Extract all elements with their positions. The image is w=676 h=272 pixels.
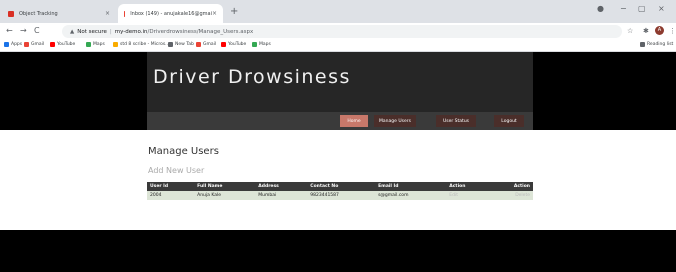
bookmark-maps-2[interactable]: Maps — [252, 42, 271, 47]
youtube-icon — [221, 42, 226, 47]
tab-inbox[interactable]: Inbox (149) - anujakale16@gmai × — [118, 4, 223, 23]
forward-button[interactable]: → — [20, 26, 27, 35]
edit-link[interactable]: Edit — [446, 191, 490, 200]
url-host: my-demo.in — [114, 28, 148, 35]
cell-contact: 9823441587 — [307, 191, 376, 200]
bookmark-label: Apps — [11, 42, 23, 47]
gmail-icon — [24, 42, 29, 47]
back-button[interactable]: ← — [6, 26, 13, 35]
gmail-favicon-icon — [124, 10, 126, 17]
bookmark-label: YouTube — [228, 42, 247, 47]
youtube-icon — [50, 42, 55, 47]
minimize-button[interactable]: − — [620, 4, 627, 13]
tab-title: Object Tracking — [19, 10, 58, 17]
microsoft-icon — [113, 42, 118, 47]
menu-home-button[interactable]: Home — [340, 115, 368, 127]
column-header: Full Name — [194, 182, 256, 191]
apps-grid-icon — [4, 42, 9, 47]
url-input[interactable]: ▲ Not secure | my-demo.in /Driverdrowsin… — [62, 25, 622, 38]
users-table: User Id Full Name Address Contact No Ema… — [147, 182, 533, 200]
bookmark-label: Maps — [93, 42, 105, 47]
bookmarks-bar: Apps Gmail YouTube Maps std 8 scribe - M… — [0, 40, 676, 52]
menu-manage-users-button[interactable]: Manage Users — [374, 115, 416, 127]
bookmark-gmail-2[interactable]: Gmail — [196, 42, 216, 47]
bookmark-gmail[interactable]: Gmail — [24, 42, 44, 47]
divider: | — [109, 28, 112, 35]
cell-user-id: 2004 — [147, 191, 195, 200]
maps-icon — [252, 42, 257, 47]
maps-icon — [86, 42, 91, 47]
bookmark-label: YouTube — [57, 42, 76, 47]
bookmark-label: std 8 scribe - Micros... — [120, 42, 170, 47]
menu-kebab-icon[interactable]: ⋮ — [669, 27, 676, 35]
close-tab-icon[interactable]: × — [105, 10, 110, 17]
site-header: Driver Drowsiness Home Manage Users User… — [147, 52, 533, 130]
tab-title: Inbox (149) - anujakale16@gmai — [130, 10, 212, 17]
menu-user-status-button[interactable]: User Status — [436, 115, 476, 127]
bookmark-label: Maps — [259, 42, 271, 47]
page-title: Manage Users — [148, 146, 219, 157]
bookmark-newtab[interactable]: New Tab — [168, 42, 194, 47]
column-header: Address — [255, 182, 308, 191]
cell-email: s@gmail.com — [375, 191, 447, 200]
close-tab-icon[interactable]: × — [212, 10, 217, 17]
new-tab-button[interactable]: + — [230, 6, 238, 17]
bookmark-label: Gmail — [203, 42, 217, 47]
column-header: Contact No — [307, 182, 376, 191]
nav-menu: Home Manage Users User Status Logout — [147, 112, 533, 130]
bookmark-youtube-2[interactable]: YouTube — [221, 42, 246, 47]
table-header-row: User Id Full Name Address Contact No Ema… — [147, 182, 533, 191]
tab-favicon-icon — [8, 10, 14, 17]
gmail-icon — [196, 42, 201, 47]
window-close-button[interactable]: × — [658, 4, 665, 13]
bookmark-apps[interactable]: Apps — [4, 42, 22, 47]
avatar[interactable]: A — [655, 26, 664, 35]
delete-link[interactable]: Delete — [489, 191, 533, 200]
browser-chrome: Object Tracking × Inbox (149) - anujakal… — [0, 0, 676, 52]
address-bar-row: ← → C ▲ Not secure | my-demo.in /Driverd… — [0, 23, 676, 40]
warning-icon: ▲ — [70, 28, 75, 35]
column-header: Email Id — [375, 182, 447, 191]
bookmark-std8[interactable]: std 8 scribe - Micros... — [113, 42, 169, 47]
web-page: Driver Drowsiness Home Manage Users User… — [0, 52, 676, 272]
table-row: 2004 Anuja Kale Mumbai 9823441587 s@gmai… — [147, 191, 533, 200]
globe-icon — [168, 42, 173, 47]
site-title: Driver Drowsiness — [153, 66, 351, 88]
security-label: Not secure — [77, 28, 107, 35]
column-header: Action — [489, 182, 533, 191]
extensions-icon[interactable]: ✱ — [643, 27, 649, 35]
menu-logout-button[interactable]: Logout — [494, 115, 524, 127]
cell-address: Mumbai — [255, 191, 308, 200]
reading-list-label: Reading list — [647, 42, 674, 47]
main-content: Manage Users Add New User User Id Full N… — [0, 130, 676, 230]
column-header: Action — [446, 182, 490, 191]
bookmark-label: New Tab — [175, 42, 194, 47]
restore-button[interactable]: ▢ — [638, 4, 646, 13]
reading-list[interactable]: Reading list — [640, 42, 673, 47]
star-icon[interactable]: ☆ — [627, 27, 633, 35]
reading-list-icon — [640, 42, 645, 47]
url-path: /Driverdrowsiness/Manage_Users.aspx — [147, 28, 254, 35]
bookmark-youtube[interactable]: YouTube — [50, 42, 75, 47]
reload-button[interactable]: C — [34, 26, 40, 35]
cell-full-name: Anuja Kale — [194, 191, 256, 200]
column-header: User Id — [147, 182, 195, 191]
bookmark-maps[interactable]: Maps — [86, 42, 105, 47]
tab-object-tracking[interactable]: Object Tracking × — [2, 4, 116, 23]
site-footer — [0, 230, 676, 272]
tab-bar: Object Tracking × Inbox (149) - anujakal… — [0, 0, 676, 23]
add-new-user-link[interactable]: Add New User — [148, 166, 204, 175]
profile-icon[interactable]: ● — [597, 4, 604, 13]
bookmark-label: Gmail — [31, 42, 45, 47]
